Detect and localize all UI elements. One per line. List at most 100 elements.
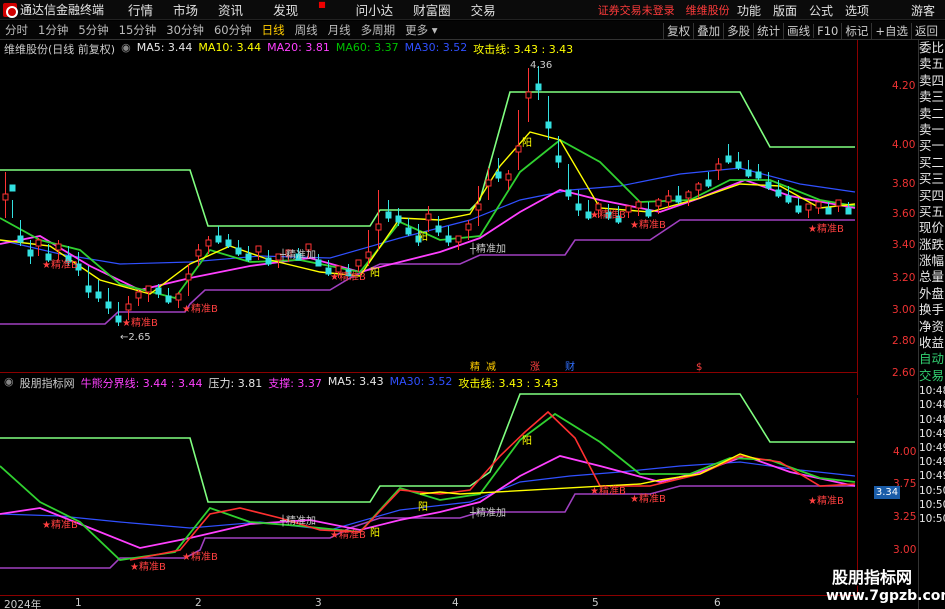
candle-body — [365, 251, 372, 259]
side-label[interactable]: 交易 — [919, 368, 945, 384]
side-time: 10:48 — [919, 413, 945, 426]
side-label: 外盘 — [919, 285, 945, 301]
low-label: ←2.65 — [120, 332, 151, 343]
signal-label: ★精准B — [590, 208, 626, 221]
candle-body — [745, 169, 752, 177]
high-label: 4.36 — [530, 60, 552, 71]
candle-body — [505, 173, 512, 181]
candle-body — [375, 223, 382, 231]
sub-legend: ◉ 股朋指标网 牛熊分界线: 3.44 : 3.44 压力: 3.81 支撑: … — [4, 375, 564, 390]
menu-news[interactable]: 资讯 — [208, 0, 253, 19]
sub-y-tick: 3.25 — [893, 511, 917, 523]
side-label: 卖五 — [919, 56, 945, 72]
candle-body — [105, 301, 112, 309]
y-tick: 2.60 — [892, 367, 916, 379]
legend-sub-attack: 攻击线: 3.43 : 3.43 — [458, 377, 559, 390]
yang-label: 阳 — [522, 137, 532, 149]
y-tick: 3.40 — [892, 239, 916, 251]
candle-body — [405, 227, 412, 235]
menu-trade[interactable]: 交易 — [461, 0, 506, 19]
menu-function[interactable]: 功能 — [731, 2, 767, 19]
tool-multi[interactable]: 多股 — [723, 22, 753, 39]
candle-body — [17, 235, 24, 243]
candle-body — [515, 145, 522, 153]
menu-ask[interactable]: 问小达 — [346, 0, 404, 19]
tool-f10[interactable]: F10 — [813, 23, 841, 38]
sub-yang-label: 阳 — [418, 501, 428, 513]
new-dot-icon: ■ — [318, 0, 326, 9]
sub-signal-label: ★精准B — [130, 560, 166, 573]
period-more-label: 更多 — [405, 23, 429, 37]
menu-quotes[interactable]: 行情 — [118, 0, 163, 19]
bottom-mark: $ — [696, 362, 702, 372]
menu-layout[interactable]: 版面 — [767, 2, 803, 19]
y-tick: 4.00 — [892, 139, 916, 151]
period-1min[interactable]: 1分钟 — [33, 22, 73, 38]
date-tick: 2 — [195, 597, 202, 609]
sub-green-line — [0, 412, 856, 561]
period-monthly[interactable]: 月线 — [323, 22, 356, 38]
period-60min[interactable]: 60分钟 — [209, 22, 257, 38]
candle-body — [815, 201, 822, 209]
watermark-url: www.7gpzb.com — [826, 588, 945, 604]
candle-body — [95, 291, 102, 299]
tool-draw[interactable]: 画线 — [783, 22, 813, 39]
settings-icon[interactable]: ◉ — [4, 375, 14, 389]
top-menu: 行情 市场 资讯 发现 ■ 问小达 财富圈 交易 — [118, 0, 506, 19]
candle-body — [175, 293, 182, 301]
sub-add-label: ┼精准加 — [469, 506, 506, 519]
candle-body — [805, 203, 812, 211]
candle-body — [435, 225, 442, 233]
candle-body — [705, 179, 712, 187]
tool-add-watch[interactable]: +自选 — [871, 22, 911, 39]
sub-signal-label: ★精准B — [630, 492, 666, 505]
candle-body — [755, 171, 762, 179]
period-30min[interactable]: 30分钟 — [161, 22, 209, 38]
tool-back[interactable]: 返回 — [911, 22, 941, 39]
login-notice[interactable]: 证券交易未登录 维维股份 — [598, 2, 730, 18]
period-daily[interactable]: 日线 — [257, 22, 290, 38]
candle-body — [165, 295, 172, 303]
period-more[interactable]: 更多 ▾ — [400, 22, 442, 38]
sub-support-line — [0, 485, 855, 569]
period-tick[interactable]: 分时 — [0, 22, 33, 38]
legend-pressure: 压力: 3.81 — [208, 377, 263, 390]
candle-body — [465, 223, 472, 231]
guest-button[interactable]: 游客 — [911, 2, 935, 19]
side-label: 买三 — [919, 171, 945, 187]
yang-label: 阳 — [370, 267, 380, 279]
period-weekly[interactable]: 周线 — [290, 22, 323, 38]
tool-stats[interactable]: 统计 — [753, 22, 783, 39]
period-multi[interactable]: 多周期 — [356, 22, 401, 38]
indicator-name[interactable]: 股朋指标网 — [20, 375, 75, 390]
tool-overlay[interactable]: 叠加 — [693, 22, 723, 39]
candle-body — [475, 203, 482, 211]
candle-body — [735, 161, 742, 169]
sub-signal-label: ★精准B — [182, 550, 218, 563]
menu-market[interactable]: 市场 — [163, 0, 208, 19]
main-kline-chart[interactable]: 4.36 ←2.65 ★精准B ★精准B ★精准B ★精准B ★精准B ★精准B ★精准B ┼精准… — [0, 40, 857, 372]
side-label: 卖四 — [919, 72, 945, 88]
period-5min[interactable]: 5分钟 — [73, 22, 113, 38]
candle-body — [695, 183, 702, 191]
candle-body — [445, 235, 452, 243]
menu-options[interactable]: 选项 — [839, 2, 875, 19]
bottom-mark: 涨 — [530, 361, 540, 372]
candle-body — [425, 213, 432, 221]
menu-discover[interactable]: 发现 ■ — [253, 0, 346, 19]
candle-body — [845, 207, 852, 215]
menu-formula[interactable]: 公式 — [803, 2, 839, 19]
side-label[interactable]: 自动 — [919, 351, 945, 367]
menu-wealth[interactable]: 财富圈 — [403, 0, 461, 19]
candle-body — [385, 211, 392, 219]
date-tick: 4 — [452, 597, 459, 609]
indicator-chart[interactable]: ★精准B★精准B★精准B★精准B★精准B★精准B ★精准B┼精准加┼精准加阳阳阳 — [0, 390, 857, 595]
date-tick: 1 — [75, 597, 82, 609]
candle-body — [715, 163, 722, 171]
candle-body — [555, 155, 562, 163]
period-15min[interactable]: 15分钟 — [114, 22, 162, 38]
tool-mark[interactable]: 标记 — [841, 22, 871, 39]
signal-label: ★精准B — [42, 258, 78, 271]
candle-body — [525, 91, 532, 99]
tool-adjust[interactable]: 复权 — [663, 22, 693, 39]
